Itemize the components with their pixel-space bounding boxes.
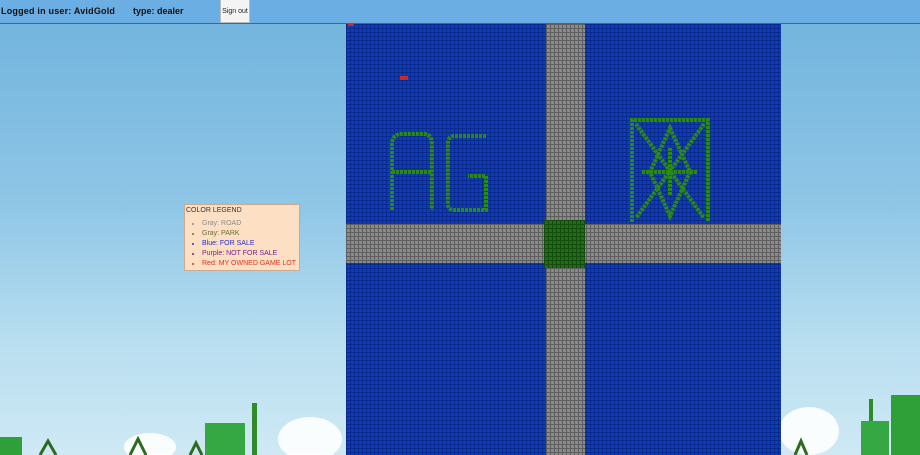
legend-item-park: Gray: PARK [202,229,298,239]
legend-item-for-sale: Blue: FOR SALE [202,239,298,249]
legend-item-not-for-sale: Purple: NOT FOR SALE [202,249,298,259]
legend-title: COLOR LEGEND [186,207,242,214]
sign-out-button[interactable]: Sign out [220,0,250,23]
legend-item-road: Gray: ROAD [202,219,298,229]
color-legend: COLOR LEGEND Gray: ROAD Gray: PARK Blue:… [184,204,300,271]
user-type-text: type: dealer [133,6,184,16]
left-scenery-decoration [0,403,342,455]
top-bar: Logged in user: AvidGold type: dealer Si… [0,0,920,24]
right-scenery-decoration [781,395,920,455]
pixel-art-overlay [390,118,710,222]
logged-in-user-text: Logged in user: AvidGold [1,6,116,16]
letter-g-outline [446,134,488,212]
legend-item-owned: Red: MY OWNED GAME LOT [202,259,298,269]
lot-map-grid[interactable] [346,24,781,455]
